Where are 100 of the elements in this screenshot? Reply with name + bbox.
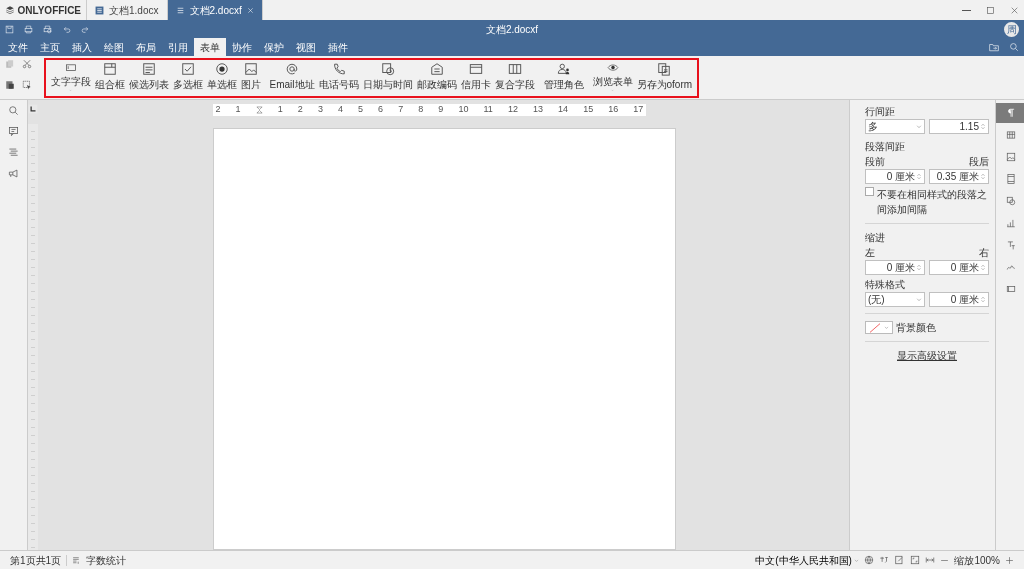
ruler-number: 2 [297,103,303,117]
track-changes-icon [894,555,906,565]
comment-icon [8,126,19,137]
checkbox[interactable] [865,186,874,196]
spinner-icon [980,296,986,303]
input-field[interactable]: (无) [865,292,925,307]
menu-tab[interactable]: 保护 [258,38,290,56]
page-count: 第1页共1页 [10,553,62,568]
search-icon [1009,42,1019,52]
document-tab[interactable]: 文档2.docxf [167,0,263,20]
users-icon [555,62,572,76]
menu-tab[interactable]: 插入 [66,38,98,56]
spinner-icon [980,173,986,180]
toolbar-button[interactable]: 管理角色 [541,60,586,92]
list-box-icon [140,62,157,76]
input-field[interactable]: 0 厘米 [865,169,925,184]
toolbar-button[interactable]: 图片 [238,60,263,92]
spellcheck-icon [879,555,890,565]
zoom-level: 缩放100% [954,553,1000,568]
image-icon [1005,151,1016,162]
complex-field-icon [506,62,523,76]
ruler-number: 10 [458,103,469,117]
menu-tab[interactable]: 引用 [162,38,194,56]
eye-icon [604,62,621,74]
globe-icon [864,555,875,565]
input-field[interactable]: 0.35 厘米 [929,169,989,184]
page-icon [1005,173,1016,184]
ruler-number: 1 [277,103,283,117]
ruler-number: 5 [358,103,364,117]
ruler-number: 14 [558,103,569,117]
field-label: 左 [865,245,875,260]
window-title: 文档2.docxf [485,22,539,37]
ruler-number: 6 [378,103,384,117]
indent-marker-icon [255,105,263,115]
fit-page-icon [910,555,921,565]
input-field[interactable]: 0 厘米 [929,292,989,307]
app-logo: ONLYOFFICE [17,3,82,18]
menu-tab[interactable]: 插件 [322,38,354,56]
sidebar-tab[interactable] [996,102,1024,123]
input-field[interactable]: 1.15 [929,119,989,134]
field-label: 段落间距 [865,140,906,154]
folder-icon [989,42,999,52]
toolbar-button[interactable]: Email地址 [267,60,317,92]
advanced-settings-link[interactable]: 显示高级设置 [897,348,957,363]
zoom-in-button[interactable] [1005,555,1014,565]
ruler-number: 12 [507,103,518,117]
close-icon [246,6,254,14]
toolbar-button[interactable]: 浏览表单 [590,60,635,92]
combo-box-icon [101,62,118,76]
caret-icon [854,557,860,563]
toolbar-button[interactable]: 电话号码 [316,60,361,92]
menu-tab[interactable]: 主页 [34,38,66,56]
ruler-number: 1 [235,103,241,117]
search-icon [8,105,19,116]
user-avatar[interactable]: 周 [1004,21,1019,37]
toolbar-button[interactable]: 文字字段 [48,60,93,92]
select-icon [21,80,32,90]
toolbar-button[interactable]: 日期与时间 [360,60,415,92]
navigation-icon [8,147,19,158]
toolbar-button[interactable]: 候选列表 [126,60,171,92]
toolbar-button[interactable]: 邮政编码 [414,60,459,92]
menu-tab[interactable]: 表单 [194,38,226,56]
ruler-number: 2 [215,103,221,117]
toolbar-button[interactable]: 多选框 [170,60,205,92]
field-label: 特殊格式 [865,278,906,292]
menu-tab[interactable]: 视图 [290,38,322,56]
word-count-label[interactable]: 字数统计 [86,552,127,568]
caret-icon [916,123,922,130]
color-picker[interactable] [865,321,893,334]
language-selector[interactable]: 中文(中华人民共和国) [755,552,860,568]
checkbox-label: 不要在相同样式的段落之间添加间隔 [876,187,988,217]
fit-width-icon [925,555,936,565]
at-sign-icon [284,62,300,76]
minimize-icon[interactable] [962,9,971,11]
chart-icon [1005,217,1016,228]
credit-card-icon [467,62,484,76]
caret-icon [916,296,922,303]
plus-icon [1005,555,1014,565]
spinner-icon [980,123,986,130]
menu-tab[interactable]: 布局 [130,38,162,56]
menu-tab[interactable]: 绘图 [98,38,130,56]
menu-tab[interactable]: 协作 [226,38,258,56]
toolbar-button[interactable]: 组合框 [92,60,127,92]
document-icon [95,5,105,15]
zip-code-icon [428,62,445,76]
radio-button-icon [213,62,230,76]
toolbar-button[interactable]: 复合字段 [492,60,537,92]
redo-icon [81,24,90,34]
ruler-number: 16 [608,103,619,117]
undo-icon [62,24,71,34]
input-field[interactable]: 0 厘米 [929,259,989,275]
megaphone-icon [8,168,19,179]
ruler-number: 15 [583,103,594,117]
input-field[interactable]: 0 厘米 [865,259,925,275]
toolbar-button[interactable]: 单选框 [204,60,239,92]
toolbar-button[interactable]: 另存为oform [634,60,695,92]
spinner-icon [916,263,922,271]
toolbar-button[interactable]: 信用卡 [458,60,493,92]
menu-tab[interactable]: 文件 [2,38,34,56]
input-field[interactable]: 多 [865,119,925,134]
